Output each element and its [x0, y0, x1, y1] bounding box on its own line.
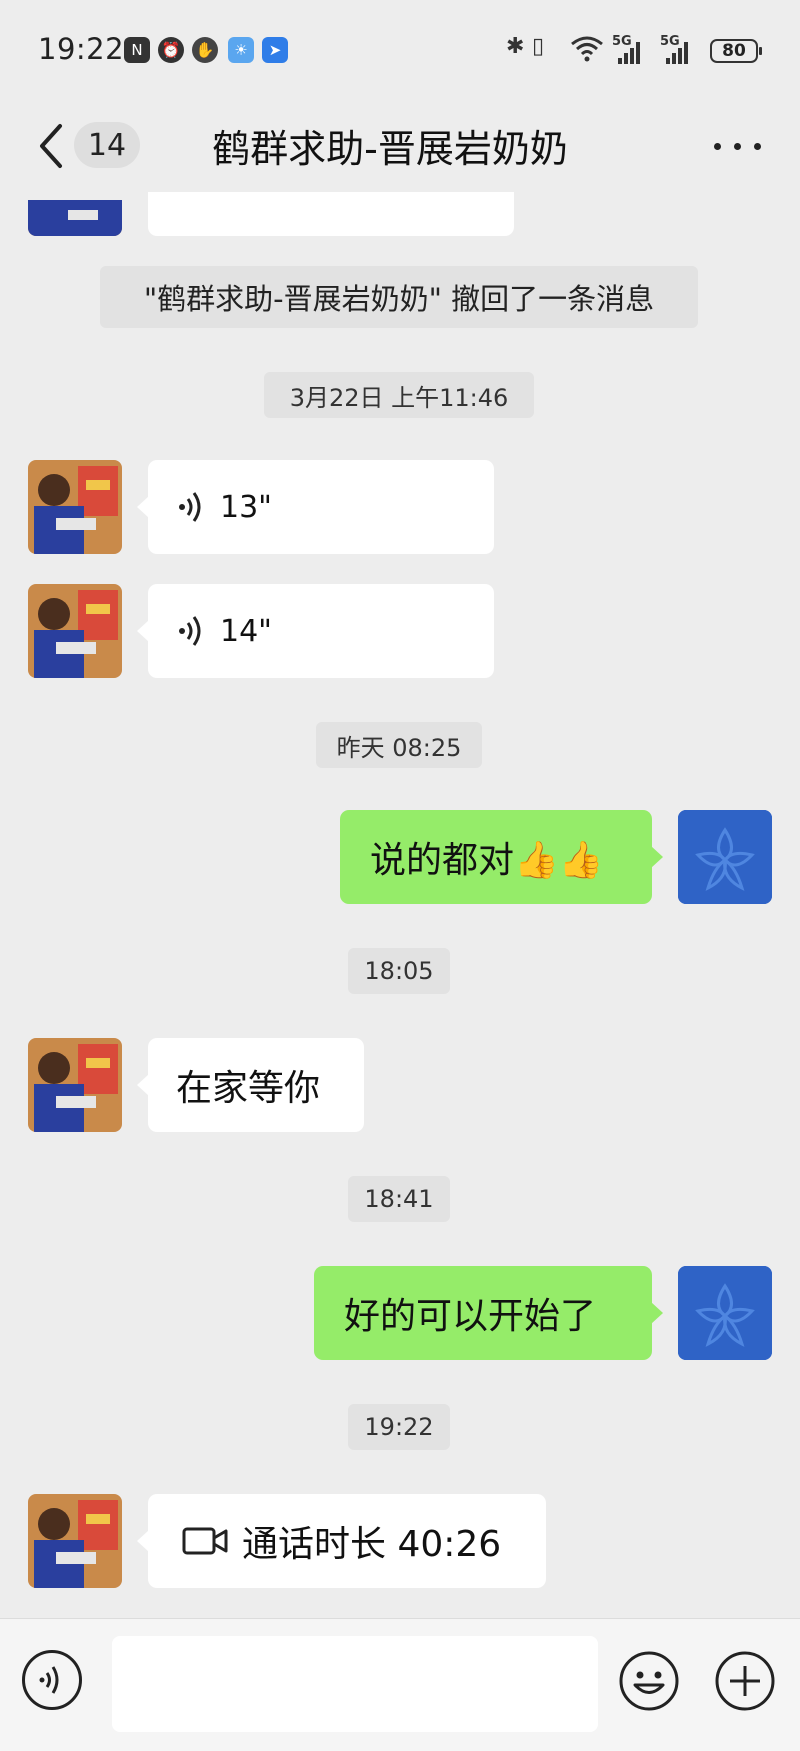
voice-wave-icon — [39, 1666, 59, 1694]
signal-icon-2 — [660, 38, 694, 70]
status-time: 19:22 — [38, 32, 125, 66]
more-dot-icon — [754, 143, 761, 150]
message-text: 好的可以开始了 — [344, 1296, 597, 1337]
call-record-bubble[interactable]: 通话时长 40:26 — [137, 1494, 546, 1588]
contact-avatar[interactable] — [28, 1494, 122, 1588]
flower-avatar-icon — [678, 1266, 772, 1360]
timestamp: 18:05 — [348, 948, 450, 994]
boy-avatar-icon — [28, 1494, 122, 1588]
contact-avatar[interactable] — [28, 460, 122, 554]
timestamp: 19:22 — [348, 1404, 450, 1450]
voice-message-bubble[interactable]: 14" — [137, 584, 494, 678]
self-avatar[interactable] — [678, 1266, 772, 1360]
boy-avatar-icon — [28, 1038, 122, 1132]
voice-duration: 13" — [220, 489, 272, 525]
emoji-button[interactable] — [618, 1650, 680, 1712]
self-avatar[interactable] — [678, 810, 772, 904]
weather-icon: ☀ — [228, 37, 254, 63]
voice-wave-icon — [179, 616, 201, 646]
smiley-icon — [619, 1651, 679, 1711]
contact-avatar[interactable] — [28, 1038, 122, 1132]
chat-title: 鹤群求助-晋展岩奶奶 — [212, 127, 568, 171]
contact-avatar[interactable] — [28, 584, 122, 678]
boy-avatar-icon — [28, 584, 122, 678]
more-dot-icon — [734, 143, 741, 150]
timestamp: 昨天 08:25 — [316, 722, 482, 768]
location-icon: ➤ — [262, 37, 288, 63]
timestamp: 3月22日 上午11:46 — [264, 372, 534, 418]
message-text: 说的都对👍👍 — [370, 840, 604, 881]
back-button[interactable] — [32, 118, 72, 174]
partial-voice-bubble[interactable] — [148, 192, 514, 236]
voice-duration: 14" — [220, 613, 272, 649]
chevron-left-icon — [40, 124, 62, 168]
boy-avatar-icon — [28, 460, 122, 554]
plus-circle-icon — [715, 1651, 775, 1711]
bluetooth-icon: ✱ — [506, 34, 525, 59]
battery-indicator: 80 — [710, 39, 762, 63]
hand-icon: ✋ — [192, 37, 218, 63]
flower-avatar-icon — [678, 810, 772, 904]
nfc-icon: N — [124, 37, 150, 63]
recall-notice: "鹤群求助-晋展岩奶奶" 撤回了一条消息 — [100, 266, 698, 328]
vibrate-icon: ▯ — [532, 34, 545, 59]
more-functions-button[interactable] — [714, 1650, 776, 1712]
timestamp: 18:41 — [348, 1176, 450, 1222]
wifi-icon — [570, 34, 604, 68]
more-dot-icon — [714, 143, 721, 150]
voice-message-bubble[interactable]: 13" — [137, 460, 494, 554]
more-button[interactable] — [708, 126, 768, 166]
message-input[interactable] — [112, 1636, 598, 1732]
incoming-message-bubble[interactable]: 在家等你 — [137, 1038, 364, 1132]
unread-count-badge[interactable]: 14 — [74, 122, 140, 168]
voice-wave-icon — [179, 492, 201, 522]
signal-icon — [612, 38, 646, 70]
call-duration-text: 通话时长 40:26 — [242, 1524, 502, 1565]
video-call-icon — [182, 1527, 228, 1555]
message-text: 在家等你 — [176, 1068, 321, 1109]
outgoing-message-bubble[interactable]: 好的可以开始了 — [314, 1266, 663, 1360]
alarm-icon: ⏰ — [158, 37, 184, 63]
voice-input-toggle[interactable] — [22, 1650, 82, 1710]
status-bar: 19:22 N ⏰ ✋ ☀ ➤ ✱ ▯ 5G 5G 80 — [0, 0, 800, 100]
outgoing-message-bubble[interactable]: 说的都对👍👍 — [340, 810, 663, 904]
